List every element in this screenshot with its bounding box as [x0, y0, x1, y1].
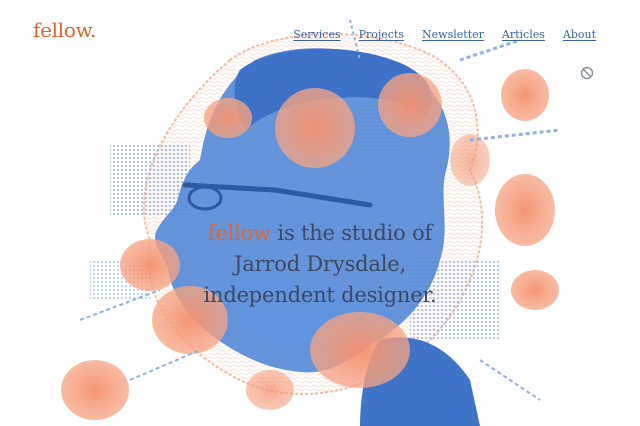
nav-link-newsletter[interactable]: Newsletter: [422, 28, 484, 41]
no-symbol-icon: [580, 66, 594, 80]
hero-line-2: Jarrod Drysdale,: [234, 252, 406, 276]
nav-link-articles[interactable]: Articles: [502, 28, 545, 41]
page: fellow. Services Projects Newsletter Art…: [0, 0, 640, 426]
hero-artwork: [61, 19, 561, 426]
hero-brand-word: fellow: [207, 221, 271, 245]
hero-line-1-rest: is the studio of: [270, 221, 433, 245]
hero-line-1: fellow is the studio of: [160, 218, 480, 249]
nav-link-services[interactable]: Services: [293, 28, 340, 41]
main-nav: Services Projects Newsletter Articles Ab…: [293, 28, 596, 41]
hero-line-3: independent designer.: [203, 283, 437, 307]
nav-link-projects[interactable]: Projects: [359, 28, 404, 41]
nav-link-about[interactable]: About: [563, 28, 596, 41]
hero-statement: fellow is the studio of Jarrod Drysdale,…: [160, 218, 480, 311]
site-logo[interactable]: fellow.: [33, 18, 96, 42]
